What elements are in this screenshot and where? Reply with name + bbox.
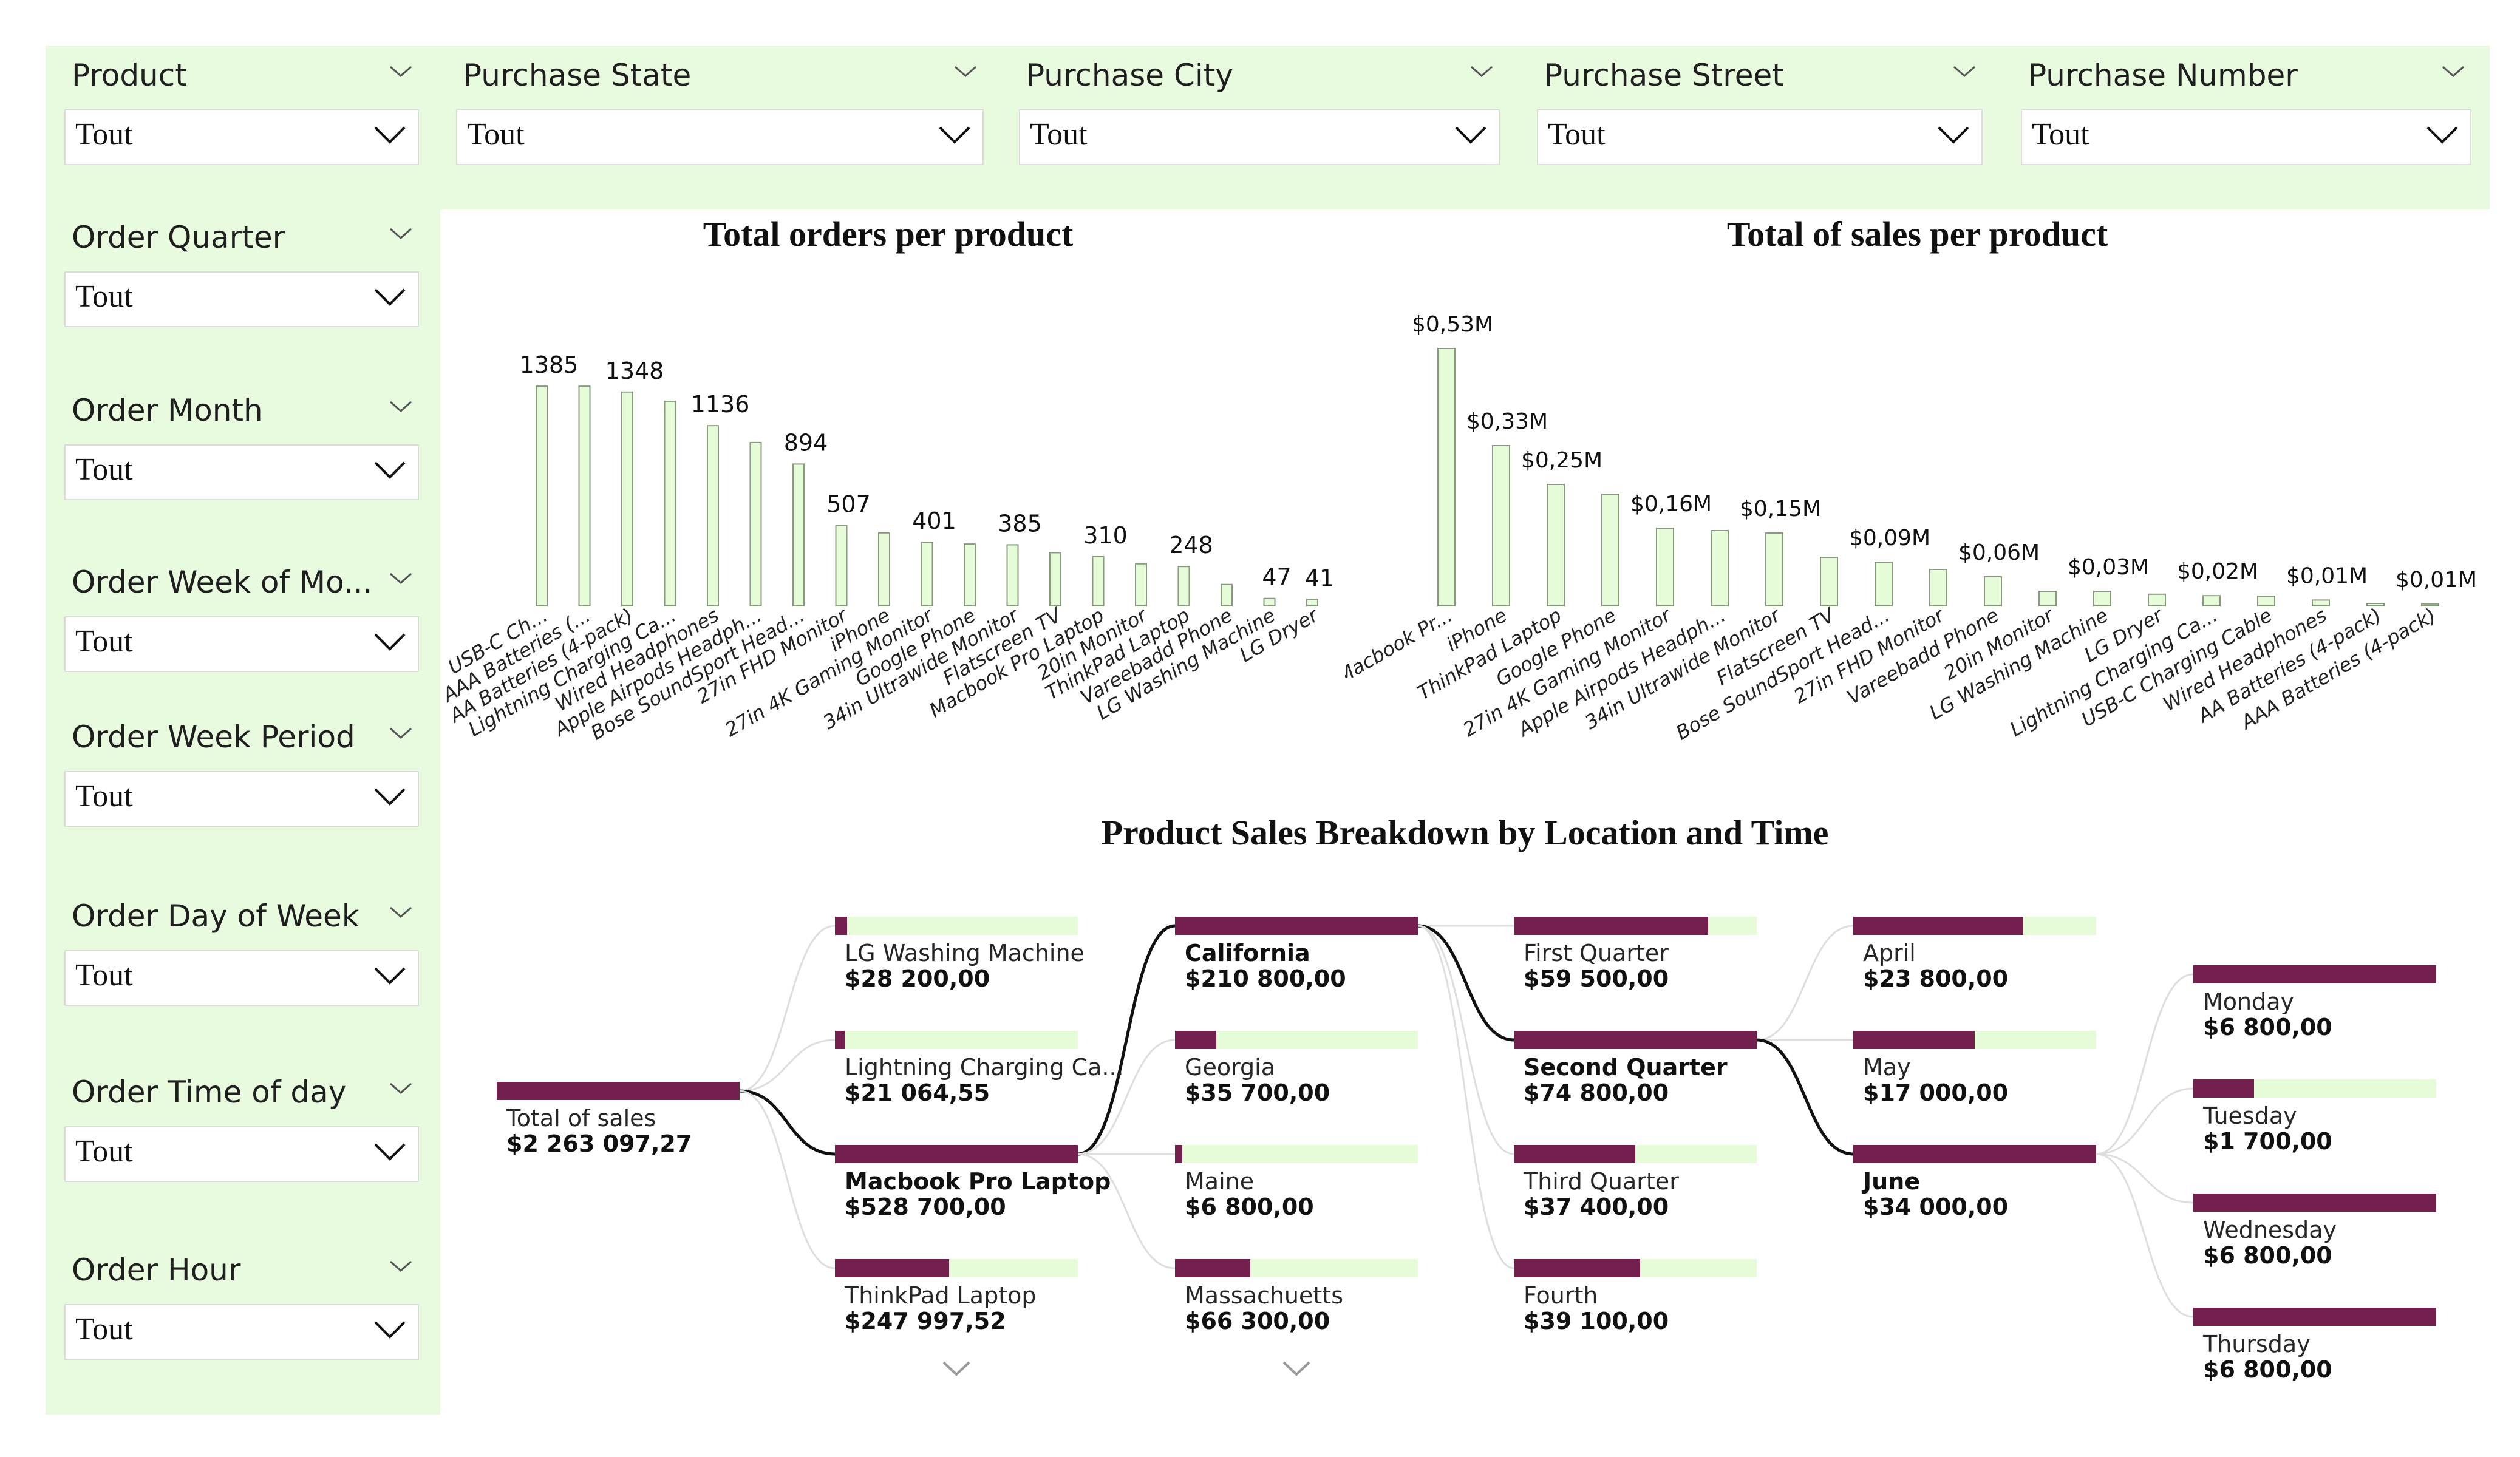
tree-bar-track (2193, 1079, 2436, 1098)
tree-link (1756, 1038, 1854, 1156)
tree-bar-track (1853, 1031, 2096, 1049)
tree-node-label: First Quarter (1524, 940, 1669, 966)
tree-link (2096, 1153, 2194, 1204)
tree-node-label: June (1863, 1168, 1921, 1195)
tree-node-label: LG Washing Machine (845, 940, 1085, 966)
tree-node-value: $34 000,00 (1863, 1194, 2009, 1220)
tree-node-label: Fourth (1524, 1282, 1598, 1309)
tree-bar-track (835, 1145, 1078, 1163)
tree-node-value: $37 400,00 (1524, 1194, 1669, 1220)
tree-bar-track (1175, 1145, 1418, 1163)
tree-link (739, 1090, 836, 1269)
tree-bar-track (1175, 1031, 1418, 1049)
tree-node-value: $1 700,00 (2203, 1128, 2332, 1155)
tree-node-value: $74 800,00 (1524, 1079, 1669, 1106)
tree-bar (835, 917, 847, 935)
tree-connectors (739, 924, 2194, 1318)
tree-node-value: $21 064,55 (845, 1079, 990, 1106)
tree-node-label: ThinkPad Laptop (845, 1282, 1037, 1309)
tree-node-label: Thursday (2203, 1331, 2311, 1357)
tree-node-value: $66 300,00 (1185, 1308, 1330, 1334)
tree-link (1417, 924, 1514, 1042)
tree-link (739, 1089, 836, 1156)
tree-bar (1514, 1031, 1757, 1049)
tree-node-value: $59 500,00 (1524, 965, 1669, 992)
tree-bar (1514, 1259, 1640, 1277)
tree-bar (1175, 917, 1418, 935)
tree-node-value: $528 700,00 (845, 1194, 1006, 1220)
tree-link (2096, 973, 2194, 1155)
tree-bar (497, 1082, 740, 1100)
tree-bar-track (1175, 1259, 1418, 1277)
tree-bar (2193, 1079, 2254, 1098)
tree-bar (2193, 965, 2436, 983)
tree-node-value: $17 000,00 (1863, 1079, 2009, 1106)
tree-link (1417, 925, 1514, 1269)
tree-bar (1175, 1145, 1182, 1163)
tree-bar-track (2193, 965, 2436, 983)
tree-bar (1853, 1145, 2096, 1163)
tree-bar-track (497, 1082, 740, 1100)
tree-node-label: May (1863, 1054, 1911, 1081)
tree-bar (1514, 917, 1708, 935)
tree-node-value: $28 200,00 (845, 965, 990, 992)
tree-node-label: California (1185, 940, 1310, 966)
tree-bar-track (1514, 1031, 1757, 1049)
tree-bar-track (2193, 1194, 2436, 1212)
tree-node-value: $2 263 097,27 (506, 1130, 692, 1157)
tree-node-label: Massachuetts (1185, 1282, 1343, 1309)
tree-link (1077, 924, 1176, 1156)
tree-bar-track (1514, 917, 1757, 935)
tree-node-label: Tuesday (2203, 1102, 2297, 1129)
tree-link (1417, 925, 1514, 1155)
tree-node-value: $39 100,00 (1524, 1308, 1669, 1334)
tree-bar (1175, 1031, 1216, 1049)
expand-chevron-icon[interactable] (1281, 1360, 1312, 1378)
tree-node-label: Macbook Pro Laptop (845, 1168, 1111, 1195)
tree-link (1756, 925, 1854, 1041)
tree-node-value: $35 700,00 (1185, 1079, 1330, 1106)
tree-node-label: Total of sales (506, 1105, 656, 1132)
tree-node-value: $6 800,00 (2203, 1242, 2332, 1269)
tree-node-label: Wednesday (2203, 1217, 2337, 1243)
tree-link (2096, 1087, 2194, 1155)
tree-bar-track (835, 917, 1078, 935)
tree-node-label: Maine (1185, 1168, 1255, 1195)
tree-link (739, 1039, 836, 1092)
tree-node-value: $210 800,00 (1185, 965, 1346, 992)
tree-node-label: April (1863, 940, 1916, 966)
tree-node-label: Second Quarter (1524, 1054, 1728, 1081)
tree-bar-track (1853, 917, 2096, 935)
tree-node-label: Lightning Charging Ca... (845, 1054, 1124, 1081)
tree-bar-track (835, 1259, 1078, 1277)
tree-node-value: $6 800,00 (2203, 1356, 2332, 1383)
tree-bar-track (1175, 917, 1418, 935)
tree-bar-track (1514, 1259, 1757, 1277)
tree-bar-track (2193, 1308, 2436, 1326)
tree-bar (2193, 1308, 2436, 1326)
tree-node-value: $6 800,00 (1185, 1194, 1314, 1220)
tree-node-value: $6 800,00 (2203, 1014, 2332, 1041)
tree-node-label: Georgia (1185, 1054, 1275, 1081)
tree-bar (1175, 1259, 1250, 1277)
tree-bar (835, 1031, 845, 1049)
tree-bar (835, 1145, 1078, 1163)
tree-bar (1853, 1031, 1975, 1049)
expand-chevron-icon[interactable] (941, 1360, 972, 1378)
tree-node-value: $23 800,00 (1863, 965, 2009, 992)
tree-bar (1853, 917, 2023, 935)
tree-node-label: Monday (2203, 988, 2295, 1015)
tree-bar-track (1514, 1145, 1757, 1163)
tree-bar (2193, 1194, 2436, 1212)
tree-bar-track (1853, 1145, 2096, 1163)
tree-bar-track (835, 1031, 1078, 1049)
tree-node-label: Third Quarter (1524, 1168, 1679, 1195)
tree-node-value: $247 997,52 (845, 1308, 1006, 1334)
tree-bar (1514, 1145, 1635, 1163)
tree-bar (835, 1259, 949, 1277)
